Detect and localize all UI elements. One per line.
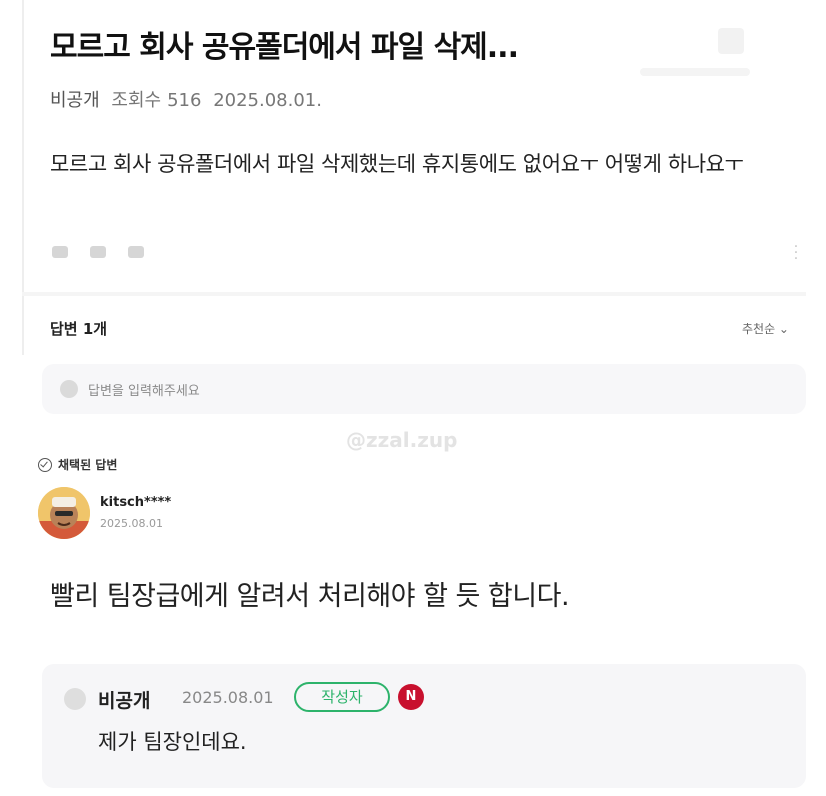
post-body: 모르고 회사 공유폴더에서 파일 삭제했는데 휴지통에도 없어요ㅜ 어떻게 하나… [50, 152, 744, 176]
reply-box: 비공개 2025.08.01 작성자 N 제가 팀장인데요. [42, 664, 806, 788]
reply-text: 제가 팀장인데요. [98, 730, 247, 754]
answer-input[interactable]: 답변을 입력해주세요 [42, 364, 806, 414]
blurred-header-element [640, 68, 750, 76]
avatar-icon [64, 688, 86, 710]
answerer-name[interactable]: kitsch**** [100, 495, 171, 510]
left-border [22, 0, 24, 355]
section-divider [22, 292, 806, 296]
sort-dropdown[interactable]: 추천순 ⌄ [742, 320, 789, 337]
heart-icon[interactable] [52, 246, 68, 258]
selected-answer-badge: 채택된 답변 [38, 456, 117, 473]
check-circle-icon [38, 457, 52, 472]
answers-count: 답변 1개 [50, 320, 108, 338]
answer-text: 빨리 팀장급에게 알려서 처리해야 할 듯 합니다. [50, 581, 570, 612]
more-icon[interactable]: · · · [792, 240, 800, 266]
answer-input-placeholder: 답변을 입력해주세요 [88, 383, 200, 399]
views-label: 조회수 [111, 90, 162, 111]
reply-author: 비공개 [98, 690, 151, 712]
author-badge: 작성자 [294, 682, 390, 712]
new-badge: N [398, 684, 424, 710]
post-author: 비공개 [50, 90, 100, 111]
post-meta: 비공개 조회수 516 2025.08.01. [50, 86, 328, 112]
bookmark-icon[interactable] [718, 28, 744, 54]
post-title: 모르고 회사 공유폴더에서 파일 삭제... [50, 30, 519, 65]
selected-answer-label: 채택된 답변 [58, 458, 118, 472]
post-date: 2025.08.01. [213, 90, 322, 111]
answerer-avatar[interactable] [38, 487, 90, 539]
reply-date: 2025.08.01 [182, 688, 274, 707]
views-count: 516 [167, 90, 202, 111]
answer-date: 2025.08.01 [100, 517, 163, 530]
post-actions [52, 246, 144, 258]
share-icon[interactable] [128, 246, 144, 258]
watermark: @zzal.zup [346, 428, 458, 452]
comment-icon[interactable] [90, 246, 106, 258]
avatar-icon [60, 380, 78, 398]
